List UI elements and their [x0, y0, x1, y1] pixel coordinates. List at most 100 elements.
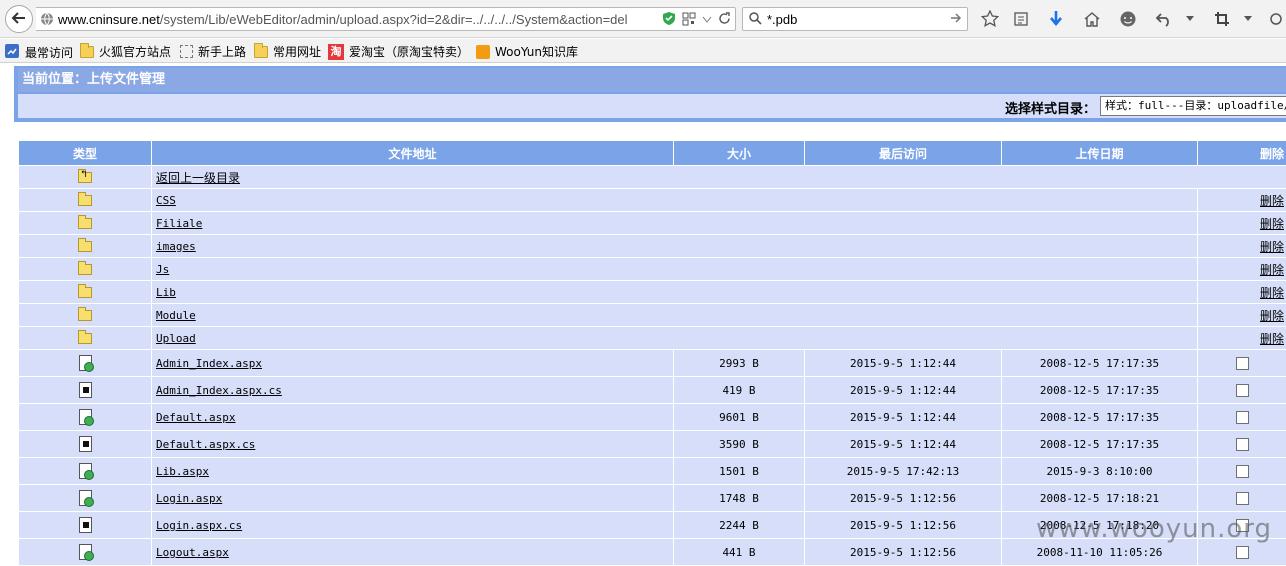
search-icon [749, 12, 762, 28]
delete-link[interactable]: 删除 [1260, 286, 1284, 300]
table-row: Default.aspx9601 B2015-9-5 1:12:442008-1… [19, 404, 1286, 431]
url-text[interactable]: www.cninsure.net/system/Lib/eWebEditor/a… [58, 12, 628, 27]
header-last-access: 最后访问 [805, 141, 1002, 166]
delete-link[interactable]: 删除 [1260, 194, 1284, 208]
table-row: Lib 删除 [19, 281, 1286, 304]
home-icon[interactable] [1082, 9, 1102, 29]
bookmark-taobao[interactable]: 淘 爱淘宝（原淘宝特卖） [328, 43, 469, 60]
delete-checkbox[interactable] [1236, 357, 1249, 370]
dropdown-arrow-icon[interactable] [702, 13, 712, 27]
delete-link[interactable]: 删除 [1260, 240, 1284, 254]
folder-icon [78, 218, 92, 229]
star-icon[interactable] [980, 9, 1000, 29]
addon-icon[interactable] [1266, 9, 1286, 29]
folder-icon [254, 46, 268, 58]
file-upload-date: 2015-9-3 8:10:00 [1002, 458, 1198, 485]
file-size: 1501 B [674, 458, 805, 485]
qr-code-icon[interactable] [682, 12, 696, 29]
style-selector-row: 选择样式目录： 样式：full---目录：uploadfile/ [18, 94, 1286, 118]
browser-toolbar: www.cninsure.net/system/Lib/eWebEditor/a… [0, 0, 1286, 38]
file-last-access: 2015-9-5 1:12:44 [805, 404, 1002, 431]
parent-dir-link[interactable]: 返回上一级目录 [156, 171, 240, 185]
header-upload-date: 上传日期 [1002, 141, 1198, 166]
header-path: 文件地址 [152, 141, 674, 166]
delete-checkbox[interactable] [1236, 438, 1249, 451]
reading-list-icon[interactable] [1011, 9, 1031, 29]
cs-file-icon [79, 517, 92, 533]
aspx-file-icon [79, 355, 92, 371]
folder-link[interactable]: Js [156, 263, 169, 276]
file-size: 3590 B [674, 431, 805, 458]
crop-menu-icon[interactable] [1238, 9, 1258, 29]
delete-link[interactable]: 删除 [1260, 332, 1284, 346]
undo-menu-icon[interactable] [1180, 9, 1200, 29]
url-bar[interactable]: www.cninsure.net/system/Lib/eWebEditor/a… [36, 7, 736, 31]
file-link[interactable]: Lib.aspx [156, 465, 209, 478]
delete-link[interactable]: 删除 [1260, 217, 1284, 231]
search-bar[interactable]: *.pdb [742, 7, 968, 31]
table-row: Lib.aspx 1501 B2015-9-5 17:42:132015-9-3 … [19, 458, 1286, 485]
delete-link[interactable]: 删除 [1260, 263, 1284, 277]
bookmark-common-sites[interactable]: 常用网址 [254, 43, 321, 60]
url-host: www.cninsure.net [58, 12, 160, 27]
delete-checkbox[interactable] [1236, 465, 1249, 478]
bookmark-firefox-site[interactable]: 火狐官方站点 [80, 43, 171, 60]
file-last-access: 2015-9-5 17:42:13 [805, 458, 1002, 485]
file-link[interactable]: Login.aspx.cs [156, 519, 242, 532]
folder-icon [78, 264, 92, 275]
search-go-icon[interactable] [950, 12, 962, 27]
crop-icon[interactable] [1212, 9, 1232, 29]
reload-icon[interactable] [718, 12, 731, 28]
back-button[interactable] [5, 5, 33, 33]
folder-link[interactable]: Lib [156, 286, 176, 299]
arrow-left-icon [11, 11, 27, 28]
style-dir-select[interactable]: 样式：full---目录：uploadfile/ [1100, 96, 1286, 116]
bookmark-label: 最常访问 [25, 44, 73, 61]
table-header-row: 类型 文件地址 大小 最后访问 上传日期 删除 [19, 141, 1286, 166]
table-row: Login.aspx1748 B2015-9-5 1:12:562008-12-… [19, 485, 1286, 512]
undo-icon[interactable] [1154, 9, 1174, 29]
url-bar-icons [662, 11, 731, 29]
file-size: 2244 B [674, 512, 805, 539]
file-size: 2993 B [674, 350, 805, 377]
cs-file-icon [79, 436, 92, 452]
file-link[interactable]: Admin_Index.aspx.cs [156, 384, 282, 397]
bookmark-getting-started[interactable]: 新手上路 [180, 43, 246, 60]
file-link[interactable]: Admin_Index.aspx [156, 357, 262, 370]
file-last-access: 2015-9-5 1:12:44 [805, 431, 1002, 458]
delete-checkbox[interactable] [1236, 384, 1249, 397]
folder-icon [78, 195, 92, 206]
table-row: Upload 删除 [19, 327, 1286, 350]
download-icon[interactable] [1046, 9, 1066, 29]
header-type: 类型 [19, 141, 152, 166]
file-link[interactable]: Logout.aspx [156, 546, 229, 559]
delete-link[interactable]: 删除 [1260, 309, 1284, 323]
file-link[interactable]: Default.aspx [156, 411, 235, 424]
folder-link[interactable]: Filiale [156, 217, 202, 230]
globe-icon [40, 12, 54, 29]
file-link[interactable]: Default.aspx.cs [156, 438, 255, 451]
file-link[interactable]: Login.aspx [156, 492, 222, 505]
bookmark-wooyun[interactable]: WooYun知识库 [476, 43, 578, 60]
folder-link[interactable]: Module [156, 309, 196, 322]
file-upload-date: 2008-12-5 17:17:35 [1002, 377, 1198, 404]
file-upload-date: 2008-12-5 17:17:35 [1002, 431, 1198, 458]
shield-icon[interactable] [662, 11, 676, 29]
folder-link[interactable]: CSS [156, 194, 176, 207]
search-input[interactable]: *.pdb [767, 12, 797, 27]
dashed-box-icon [180, 45, 193, 58]
chat-icon[interactable] [1118, 9, 1138, 29]
table-row: images 删除 [19, 235, 1286, 258]
file-last-access: 2015-9-5 1:12:56 [805, 539, 1002, 566]
folder-link[interactable]: Upload [156, 332, 196, 345]
file-size: 419 B [674, 377, 805, 404]
bookmark-most-visited[interactable]: 最常访问 [4, 43, 73, 62]
rss-icon [476, 45, 490, 59]
file-size: 9601 B [674, 404, 805, 431]
file-last-access: 2015-9-5 1:12:44 [805, 377, 1002, 404]
delete-checkbox[interactable] [1236, 411, 1249, 424]
folder-link[interactable]: images [156, 240, 196, 253]
file-table-wrap: 类型 文件地址 大小 最后访问 上传日期 删除 返回上一级目录 CSS 删除 Fil… [18, 140, 1286, 566]
delete-checkbox[interactable] [1236, 546, 1249, 559]
delete-checkbox[interactable] [1236, 492, 1249, 505]
